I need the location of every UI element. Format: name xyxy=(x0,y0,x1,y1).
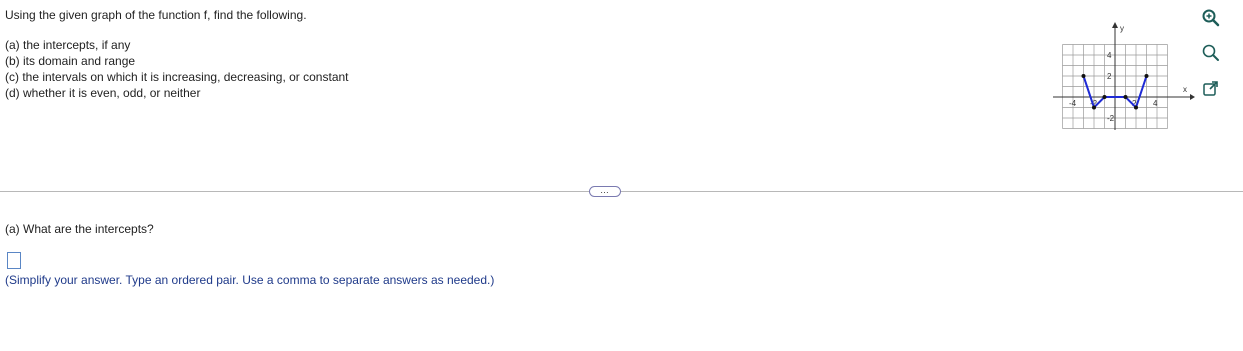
question-text: (a) What are the intercepts? xyxy=(5,222,154,236)
part-d: (d) whether it is even, odd, or neither xyxy=(5,86,201,100)
y-axis-label: y xyxy=(1120,24,1124,33)
part-a: (a) the intercepts, if any xyxy=(5,38,131,52)
zoom-in-button[interactable] xyxy=(1201,8,1221,28)
zoom-out-button[interactable] xyxy=(1201,43,1221,63)
x-tick-label: -4 xyxy=(1069,99,1077,108)
x-axis-arrow-icon xyxy=(1190,94,1195,100)
popout-button[interactable] xyxy=(1201,79,1221,99)
popout-icon xyxy=(1203,81,1218,96)
y-tick-label: -2 xyxy=(1107,114,1115,123)
problem-intro: Using the given graph of the function f,… xyxy=(5,8,307,22)
graph-point xyxy=(1134,105,1138,110)
problem-parts: (a) the intercepts, if any (b) its domai… xyxy=(5,37,349,101)
y-tick-label: 2 xyxy=(1107,72,1112,81)
zoom-in-icon xyxy=(1202,9,1220,27)
graph-point xyxy=(1081,74,1086,78)
graph-point xyxy=(1102,95,1107,99)
x-tick-label: 4 xyxy=(1153,99,1158,108)
graph-point xyxy=(1123,95,1128,99)
graph-point xyxy=(1144,74,1149,78)
more-button[interactable]: … xyxy=(589,186,621,197)
y-tick-label: 4 xyxy=(1107,51,1112,60)
part-b: (b) its domain and range xyxy=(5,54,136,68)
y-axis-arrow-icon xyxy=(1112,22,1118,28)
function-graph: -4 -2 2 442-2 x y xyxy=(1053,22,1195,130)
answer-input[interactable] xyxy=(7,252,21,269)
graph-point xyxy=(1092,105,1096,110)
part-c: (c) the intervals on which it is increas… xyxy=(5,70,349,84)
zoom-out-icon xyxy=(1202,44,1219,61)
section-divider xyxy=(0,191,1243,192)
x-axis-label: x xyxy=(1183,85,1187,94)
answer-hint: (Simplify your answer. Type an ordered p… xyxy=(5,273,495,287)
